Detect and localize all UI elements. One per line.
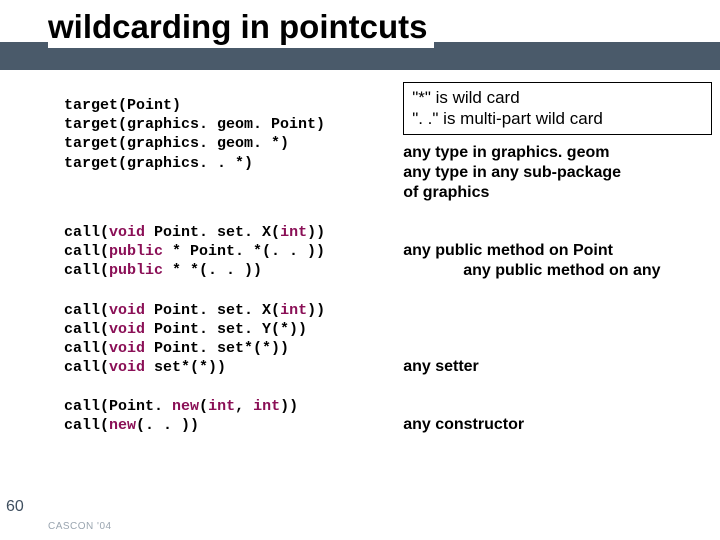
note-text-2b: any public method on any	[403, 261, 720, 281]
note-col-3: any setter	[403, 301, 720, 377]
slide-footer: CASCON '04	[48, 521, 112, 532]
note-col-1: "*" is wild card ". ." is multi-part wil…	[403, 96, 720, 203]
code-block-4: call(Point. new(int, int)) call(new(. . …	[0, 397, 403, 435]
legend-dotdot-text: is multi-part wild card	[438, 109, 602, 128]
note-text-4: any constructor	[403, 416, 524, 433]
wildcard-legend-box: "*" is wild card ". ." is multi-part wil…	[403, 82, 712, 135]
code-block-1: target(Point) target(graphics. geom. Poi…	[0, 96, 403, 173]
slide-title: wildcarding in pointcuts	[48, 6, 434, 48]
note-col-4: any constructor	[403, 397, 720, 435]
slide-number: 60	[6, 498, 24, 516]
code-block-2: call(void Point. set. X(int)) call(publi…	[0, 223, 403, 281]
block-1: target(Point) target(graphics. geom. Poi…	[0, 96, 720, 203]
note-col-2: any public method on Point any public me…	[403, 223, 720, 281]
note-text-1: any type in graphics. geom any type in a…	[403, 143, 720, 203]
code-block-3: call(void Point. set. X(int)) call(void …	[0, 301, 403, 378]
slide-content: target(Point) target(graphics. geom. Poi…	[0, 96, 720, 436]
note-text-3: any setter	[403, 358, 479, 375]
block-2: call(void Point. set. X(int)) call(publi…	[0, 223, 720, 281]
block-3: call(void Point. set. X(int)) call(void …	[0, 301, 720, 378]
note-text-2a: any public method on Point	[403, 242, 613, 259]
legend-dotdot: ". ."	[412, 109, 438, 128]
legend-star-text: is wild card	[431, 88, 520, 107]
block-4: call(Point. new(int, int)) call(new(. . …	[0, 397, 720, 435]
legend-star: "*"	[412, 88, 431, 107]
